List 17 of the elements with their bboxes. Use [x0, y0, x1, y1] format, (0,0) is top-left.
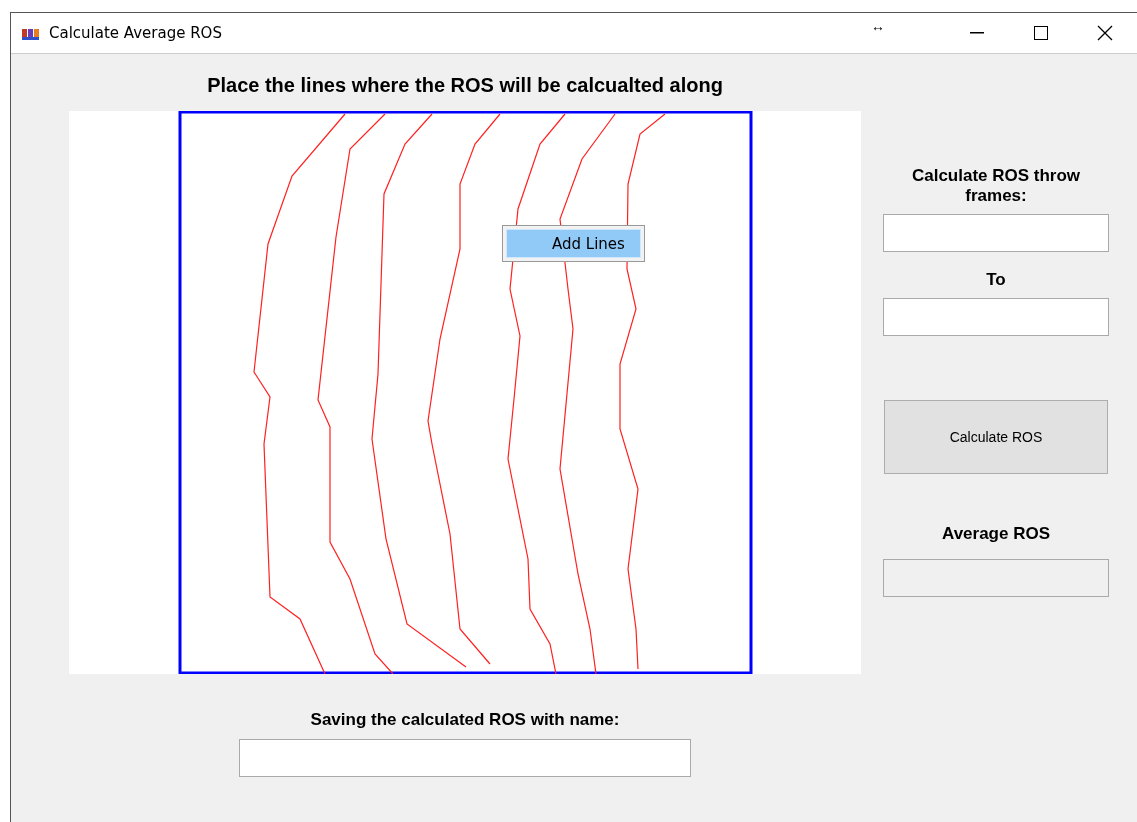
to-label: To [986, 270, 1006, 290]
to-frame-field[interactable] [883, 298, 1109, 336]
close-icon [1097, 25, 1113, 41]
from-frame-field[interactable] [883, 214, 1109, 252]
save-label: Saving the calculated ROS with name: [310, 710, 620, 730]
average-label: Average ROS [942, 524, 1050, 544]
minimize-icon [970, 32, 984, 34]
window-title: Calculate Average ROS [49, 24, 222, 42]
frames-label: Calculate ROS throw frames: [910, 166, 1082, 206]
resize-glyph[interactable]: ↔ [871, 18, 885, 34]
menu-item[interactable]: Add Lines [506, 229, 641, 258]
maximize-icon [1034, 26, 1048, 40]
average-output-field[interactable] [883, 559, 1109, 597]
name-input-field[interactable] [239, 739, 691, 777]
image-canvas[interactable]: Add Lines [69, 111, 861, 674]
calculate-button[interactable]: Calculate ROS [884, 400, 1108, 474]
instruction-heading: Place the lines where the ROS will be calcualted along [207, 74, 723, 97]
